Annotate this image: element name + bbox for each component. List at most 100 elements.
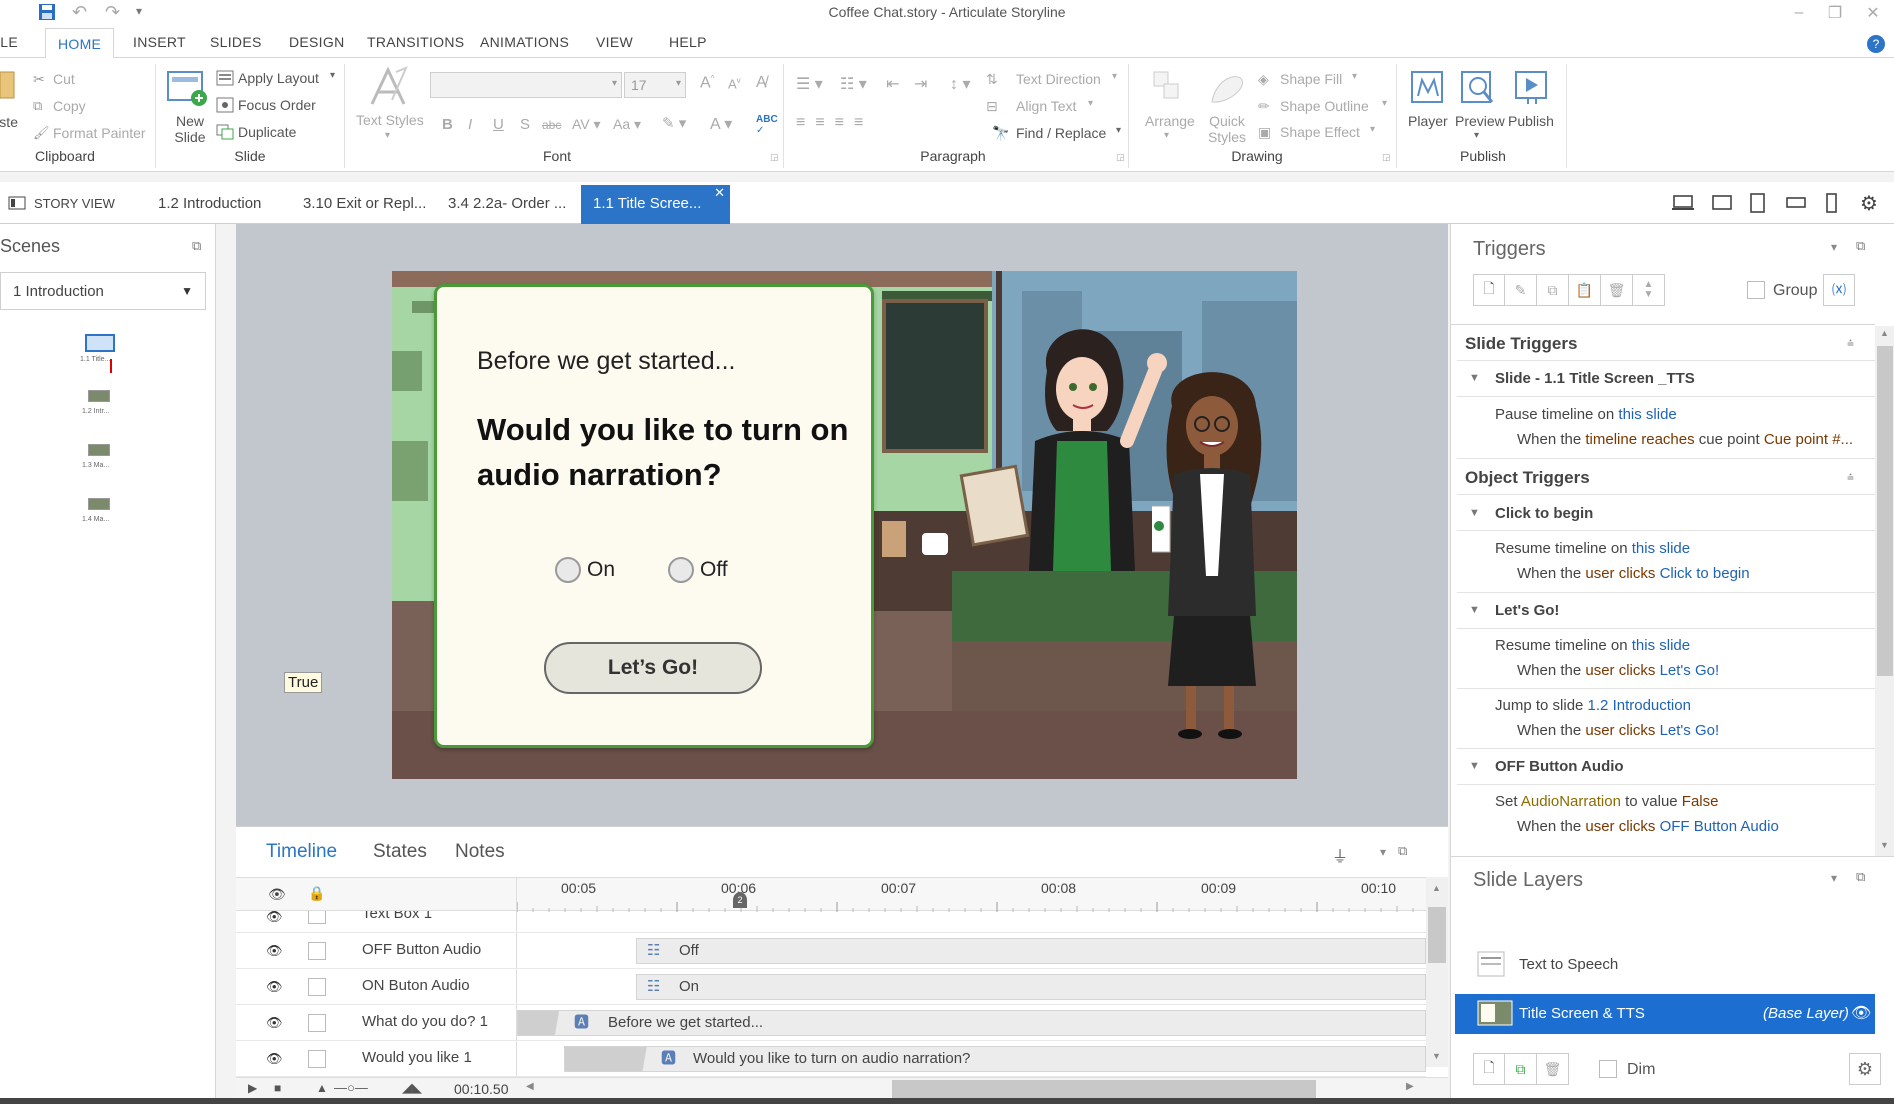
shadow-icon[interactable]: S <box>520 116 530 133</box>
timeline-row-what-do-you-do[interactable]: 👁 What do you do? 1 🅰 Before we get start… <box>236 1005 1426 1041</box>
tab-notes[interactable]: Notes <box>455 841 505 863</box>
tab-slides[interactable]: SLIDES <box>210 34 262 50</box>
scroll-down-icon[interactable]: ▼ <box>1432 1051 1441 1061</box>
lets-go-button[interactable]: Let’s Go! <box>544 642 762 694</box>
lock-checkbox[interactable] <box>308 1014 326 1032</box>
gear-icon[interactable]: ⚙ <box>1860 191 1878 216</box>
copy-button[interactable]: Copy <box>53 98 86 114</box>
duplicate-button[interactable]: Duplicate <box>238 124 296 140</box>
decrease-indent-icon[interactable]: ⇤ <box>886 74 899 94</box>
insert-cue-point-icon[interactable]: ⏚ <box>1332 843 1348 867</box>
format-painter-button[interactable]: Format Painter <box>53 125 146 141</box>
edit-trigger-icon[interactable]: ✎ <box>1505 274 1537 306</box>
tablet-portrait-icon[interactable] <box>1750 193 1766 213</box>
slide-thumb-1-4[interactable] <box>88 498 110 510</box>
group-checkbox[interactable] <box>1747 281 1765 299</box>
trigger-resume-timeline[interactable]: Resume timeline on this slide <box>1495 637 1690 654</box>
timeline-bar[interactable]: 🅰 Before we get started... <box>517 1010 1426 1036</box>
shape-fill-button[interactable]: Shape Fill <box>1280 71 1342 87</box>
tab-transitions[interactable]: TRANSITIONS <box>367 34 464 50</box>
chevron-down-icon[interactable]: ▼ <box>1469 760 1480 772</box>
off-radio-button[interactable]: Off <box>668 557 728 583</box>
font-family-select[interactable]: ▾ <box>430 72 622 98</box>
alignment-icons[interactable]: ≡≡≡≡ <box>796 114 873 132</box>
paste-icon[interactable] <box>0 70 16 110</box>
trigger-jump-to-slide[interactable]: Jump to slide 1.2 Introduction <box>1495 697 1691 714</box>
timeline-row-on-buton-audio[interactable]: 👁 ON Buton Audio ☷ On <box>236 969 1426 1005</box>
panel-menu-icon[interactable]: ▾ <box>1831 240 1837 254</box>
align-text-button[interactable]: Align Text <box>1016 98 1076 114</box>
lock-header-icon[interactable]: 🔒 <box>308 885 325 902</box>
eye-icon[interactable]: 👁 <box>266 911 288 924</box>
line-spacing-icon[interactable]: ↕ ▾ <box>950 74 970 94</box>
hscroll-thumb[interactable] <box>892 1080 1316 1098</box>
duplicate-layer-icon[interactable]: ⧉ <box>1505 1053 1537 1085</box>
float-panel-icon[interactable]: ⧉ <box>1856 869 1865 885</box>
float-panel-icon[interactable]: ⧉ <box>192 238 201 254</box>
eye-icon[interactable]: 👁 <box>1851 1003 1871 1023</box>
dialog-launcher-icon[interactable]: ◲ <box>770 152 779 163</box>
collapse-all-icon[interactable]: ⩮ <box>1847 336 1854 351</box>
apply-layout-dropdown-icon[interactable]: ▾ <box>330 70 335 81</box>
align-text-dropdown-icon[interactable]: ▾ <box>1088 98 1093 109</box>
new-slide-button[interactable]: New Slide <box>170 113 210 145</box>
shape-outline-dropdown-icon[interactable]: ▾ <box>1382 98 1387 109</box>
stop-icon[interactable]: ■ <box>274 1081 281 1095</box>
shape-effect-button[interactable]: Shape Effect <box>1280 124 1360 140</box>
timeline-bar[interactable]: ☷ Off <box>636 938 1426 964</box>
new-layer-icon[interactable]: 🗋 <box>1473 1053 1505 1085</box>
tab-insert[interactable]: INSERT <box>133 34 186 50</box>
eye-icon[interactable]: 👁 <box>266 1015 288 1030</box>
phone-portrait-icon[interactable] <box>1826 193 1838 213</box>
lock-checkbox[interactable] <box>308 1050 326 1068</box>
slide-canvas[interactable]: Before we get started... Would you like … <box>392 271 1297 779</box>
player-icon[interactable] <box>1408 68 1448 108</box>
trigger-set-variable[interactable]: Set AudioNarration to value False <box>1495 793 1718 810</box>
tab-timeline[interactable]: Timeline <box>266 841 337 863</box>
find-replace-dropdown-icon[interactable]: ▾ <box>1116 125 1121 136</box>
tablet-landscape-icon[interactable] <box>1712 195 1732 211</box>
scroll-left-icon[interactable]: ◀ <box>526 1081 534 1092</box>
timeline-row-would-you-like[interactable]: 👁 Would you like 1 🅰 Would you like to tu… <box>236 1041 1426 1077</box>
close-tab-icon[interactable]: ✕ <box>714 185 725 201</box>
tab-home[interactable]: HOME <box>45 28 115 59</box>
find-replace-button[interactable]: Find / Replace <box>1016 125 1106 141</box>
lock-checkbox[interactable] <box>308 942 326 960</box>
preview-dropdown-icon[interactable]: ▾ <box>1474 130 1479 141</box>
grow-font-icon[interactable]: A^ <box>700 74 714 92</box>
trigger-pause-timeline[interactable]: Pause timeline on this slide <box>1495 406 1677 423</box>
text-direction-dropdown-icon[interactable]: ▾ <box>1112 71 1117 82</box>
character-spacing-icon[interactable]: AV ▾ <box>572 116 601 133</box>
panel-menu-icon[interactable]: ▾ <box>1831 871 1837 885</box>
eye-icon[interactable]: 👁 <box>266 1051 288 1066</box>
highlight-icon[interactable]: ✎ ▾ <box>662 114 686 132</box>
maximize-icon[interactable]: ❐ <box>1822 2 1848 24</box>
new-trigger-icon[interactable]: 🗋 <box>1473 274 1505 306</box>
tab-view[interactable]: VIEW <box>596 34 633 50</box>
timeline-bar[interactable]: ☷ On <box>636 974 1426 1000</box>
float-panel-icon[interactable]: ⧉ <box>1856 238 1865 254</box>
variables-icon[interactable]: ⒳ <box>1823 274 1855 306</box>
tab-animations[interactable]: ANIMATIONS <box>480 34 569 50</box>
object-off-button-audio[interactable]: OFF Button Audio <box>1495 758 1894 775</box>
preview-icon[interactable] <box>1458 68 1498 108</box>
timeline-bar[interactable]: 🅰 Would you like to turn on audio narrati… <box>564 1046 1426 1072</box>
panel-menu-icon[interactable]: ▾ <box>1380 845 1386 859</box>
tab-file[interactable]: FILE <box>0 34 18 50</box>
trigger-resume-timeline[interactable]: Resume timeline on this slide <box>1495 540 1690 557</box>
timeline-row-text-box-1[interactable]: 👁 Text Box 1 <box>236 911 1426 933</box>
slide-name[interactable]: Slide - 1.1 Title Screen _TTS <box>1495 370 1894 387</box>
shape-effect-dropdown-icon[interactable]: ▾ <box>1370 124 1375 135</box>
scroll-thumb[interactable] <box>1428 907 1446 963</box>
move-trigger-icon[interactable]: ▲ ▼ <box>1633 274 1665 306</box>
layer-settings-icon[interactable]: ⚙ <box>1849 1053 1881 1085</box>
help-icon[interactable]: ? <box>1867 35 1885 53</box>
slide-thumb-1-3[interactable] <box>88 444 110 456</box>
timeline-vscrollbar[interactable]: ▲ ▼ <box>1426 877 1448 1067</box>
increase-indent-icon[interactable]: ⇥ <box>914 74 927 94</box>
publish-button[interactable]: Publish <box>1508 113 1554 129</box>
doc-tab-1-2-introduction[interactable]: 1.2 Introduction <box>158 195 261 212</box>
text-styles-dropdown-icon[interactable]: ▾ <box>385 130 390 141</box>
change-case-icon[interactable]: Aa ▾ <box>613 116 641 133</box>
player-button[interactable]: Player <box>1408 113 1448 129</box>
